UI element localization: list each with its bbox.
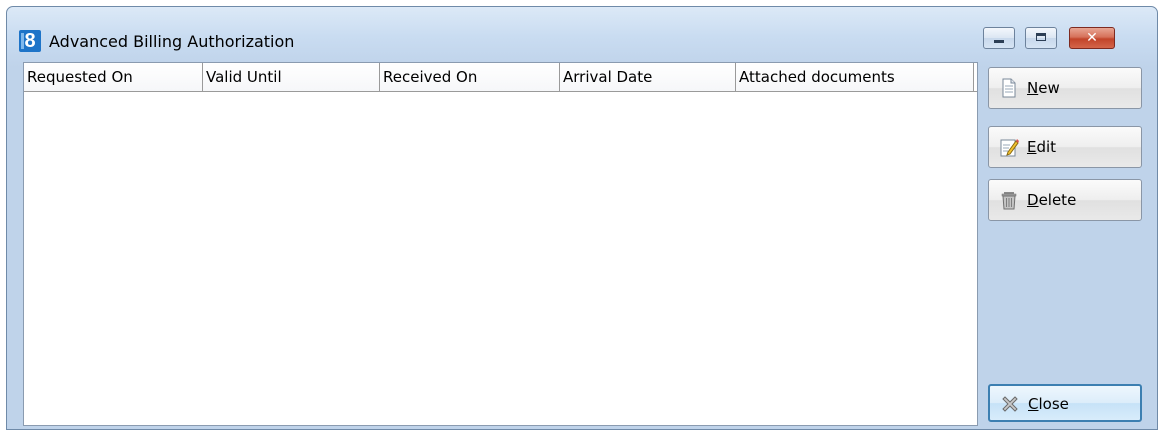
delete-button[interactable]: Delete (988, 179, 1142, 221)
maximize-icon (1036, 33, 1046, 41)
document-icon (1002, 78, 1016, 98)
maximize-button[interactable] (1025, 27, 1057, 49)
column-header-arrival-date[interactable]: Arrival Date (560, 63, 736, 91)
new-button-label: New (1027, 79, 1060, 97)
column-header-valid-until[interactable]: Valid Until (203, 63, 380, 91)
edit-button[interactable]: Edit (988, 126, 1142, 168)
delete-button-label: Delete (1027, 191, 1077, 209)
edit-button-label: Edit (1027, 138, 1057, 156)
trash-icon (1001, 192, 1017, 210)
edit-pencil-icon (1000, 139, 1019, 157)
column-header-received-on[interactable]: Received On (380, 63, 560, 91)
close-button[interactable]: Close (988, 384, 1142, 422)
list-header: Requested On Valid Until Received On Arr… (24, 63, 977, 92)
window-title: Advanced Billing Authorization (49, 32, 295, 51)
column-header-attached-documents[interactable]: Attached documents (736, 63, 974, 91)
title-bar[interactable]: 8 Advanced Billing Authorization ✕ (7, 7, 1157, 57)
minimize-button[interactable] (983, 27, 1015, 49)
window-close-button[interactable]: ✕ (1069, 27, 1115, 49)
close-x-icon (1002, 396, 1018, 412)
minimize-icon (994, 40, 1004, 43)
authorization-list[interactable]: Requested On Valid Until Received On Arr… (23, 62, 978, 426)
new-button[interactable]: New (988, 67, 1142, 109)
app-logo-icon: 8 (19, 30, 41, 52)
list-body[interactable] (24, 92, 977, 425)
close-button-label: Close (1028, 395, 1069, 413)
advanced-billing-authorization-window: 8 Advanced Billing Authorization ✕ Reque… (6, 6, 1158, 430)
column-header-requested-on[interactable]: Requested On (24, 63, 203, 91)
close-icon: ✕ (1086, 30, 1098, 46)
